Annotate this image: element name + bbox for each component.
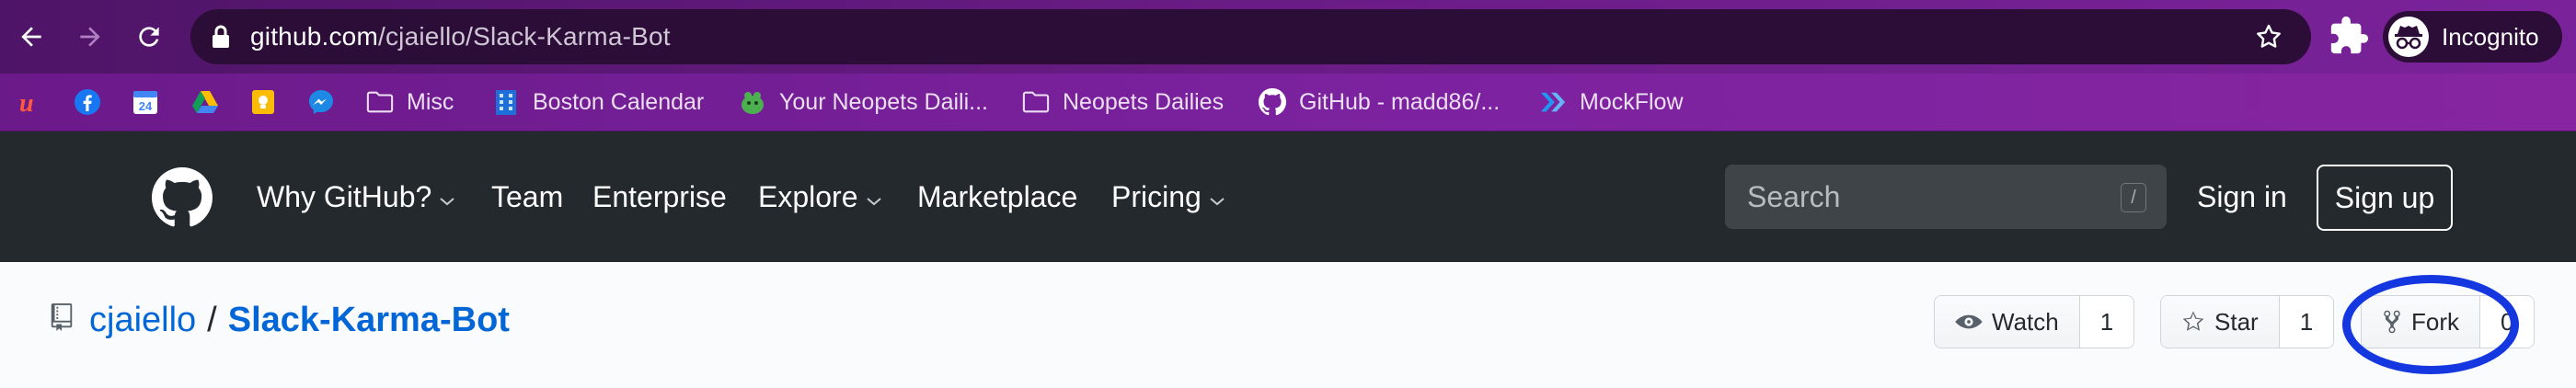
repo-name-link[interactable]: Slack-Karma-Bot <box>228 301 510 340</box>
incognito-icon <box>2388 17 2429 57</box>
nav-why-github[interactable]: Why GitHub? <box>257 131 455 262</box>
lock-icon <box>211 24 231 54</box>
bookmark-drive[interactable] <box>191 74 232 131</box>
back-arrow-icon[interactable] <box>7 13 55 61</box>
bookmark-folder-misc[interactable]: Misc <box>366 74 454 131</box>
github-logo-icon[interactable] <box>152 167 213 233</box>
watch-label: Watch <box>1992 307 2059 336</box>
nav-explore[interactable]: Explore <box>758 131 882 262</box>
browser-toolbar: github.com/cjaiello/Slack-Karma-Bot Inco… <box>0 0 2576 74</box>
nav-label: Explore <box>758 180 858 213</box>
u-logo-icon: u <box>17 88 44 116</box>
bookmarks-bar: u 24 Misc Boston Calendar Your Neopets D… <box>0 74 2576 131</box>
nav-label: Pricing <box>1111 180 1202 213</box>
watch-button-group: Watch 1 <box>1934 295 2135 348</box>
github-header: Why GitHub? Team Enterprise Explore Mark… <box>0 131 2576 262</box>
repo-owner-link[interactable]: cjaiello <box>89 301 196 340</box>
repo-path-separator: / <box>207 300 217 339</box>
profile-label: Incognito <box>2442 22 2539 51</box>
star-button-group: Star 1 <box>2160 295 2335 348</box>
building-icon <box>492 88 520 116</box>
eye-icon <box>1955 312 1983 332</box>
bookmark-messenger[interactable] <box>307 74 348 131</box>
svg-text:u: u <box>19 89 34 116</box>
github-icon <box>1259 88 1286 116</box>
incognito-profile-button[interactable]: Incognito <box>2383 11 2562 63</box>
sign-up-button[interactable]: Sign up <box>2317 165 2453 231</box>
star-button[interactable]: Star <box>2161 296 2279 348</box>
forward-arrow-icon[interactable] <box>66 13 114 61</box>
url-path: /cjaiello/Slack-Karma-Bot <box>377 22 671 51</box>
calendar-24-icon: 24 <box>132 88 159 116</box>
bookmark-boston-calendar[interactable]: Boston Calendar <box>492 74 704 131</box>
nav-team[interactable]: Team <box>491 131 563 262</box>
nav-label: Team <box>491 180 564 213</box>
star-label: Star <box>2214 307 2259 336</box>
sign-in-link[interactable]: Sign in <box>2197 131 2287 262</box>
search-placeholder: Search <box>1747 180 1841 213</box>
address-bar[interactable]: github.com/cjaiello/Slack-Karma-Bot <box>190 9 2311 64</box>
bookmark-neopets-dailies-link[interactable]: Your Neopets Daili... <box>739 74 988 131</box>
facebook-icon <box>74 88 101 116</box>
bookmark-folder-neopets-dailies[interactable]: Neopets Dailies <box>1022 74 1224 131</box>
svg-text:24: 24 <box>139 99 153 113</box>
nav-pricing[interactable]: Pricing <box>1111 131 1225 262</box>
repo-title: cjaiello / Slack-Karma-Bot <box>51 297 510 343</box>
bookmark-label: GitHub - madd86/... <box>1299 88 1501 115</box>
search-input[interactable]: Search / <box>1725 165 2167 229</box>
nav-label: Why GitHub? <box>257 180 432 213</box>
url-text: github.com/cjaiello/Slack-Karma-Bot <box>250 9 671 64</box>
nav-marketplace[interactable]: Marketplace <box>917 131 1077 262</box>
bookmark-github-madd86[interactable]: GitHub - madd86/... <box>1259 74 1500 131</box>
watch-button[interactable]: Watch <box>1935 296 2079 348</box>
bookmark-keep[interactable] <box>249 74 290 131</box>
star-count[interactable]: 1 <box>2278 296 2334 348</box>
puzzle-icon[interactable] <box>2328 15 2370 62</box>
chevron-down-icon <box>1209 131 1225 262</box>
repo-header: cjaiello / Slack-Karma-Bot Watch 1 Star … <box>0 262 2576 388</box>
mockflow-icon <box>1539 88 1567 116</box>
neopets-icon <box>739 88 766 116</box>
folder-icon <box>1022 88 1050 116</box>
highlight-circle-annotation <box>2342 275 2519 374</box>
folder-icon <box>366 88 394 116</box>
reload-icon[interactable] <box>125 13 173 61</box>
bookmark-mockflow[interactable]: MockFlow <box>1539 74 1684 131</box>
nav-label: Marketplace <box>917 180 1078 213</box>
bookmark-label: Misc <box>407 88 454 115</box>
watch-count[interactable]: 1 <box>2078 296 2134 348</box>
search-shortcut-badge: / <box>2121 183 2146 212</box>
bookmark-label: Boston Calendar <box>533 88 705 115</box>
chevron-down-icon <box>439 131 455 262</box>
bookmark-label: Your Neopets Daili... <box>779 88 988 115</box>
messenger-icon <box>307 88 335 116</box>
repo-icon <box>51 301 73 340</box>
keep-bulb-icon <box>249 88 277 116</box>
bookmark-star-icon[interactable] <box>2254 22 2283 56</box>
google-drive-icon <box>191 88 219 116</box>
bookmark-facebook[interactable] <box>74 74 114 131</box>
bookmark-calendar[interactable]: 24 <box>132 74 172 131</box>
bookmark-u[interactable]: u <box>17 74 57 131</box>
url-host: github.com <box>250 22 378 51</box>
bookmark-label: Neopets Dailies <box>1063 88 1225 115</box>
chevron-down-icon <box>866 131 882 262</box>
bookmark-label: MockFlow <box>1580 88 1684 115</box>
nav-enterprise[interactable]: Enterprise <box>592 131 727 262</box>
star-icon <box>2181 310 2205 334</box>
nav-label: Enterprise <box>592 180 727 213</box>
